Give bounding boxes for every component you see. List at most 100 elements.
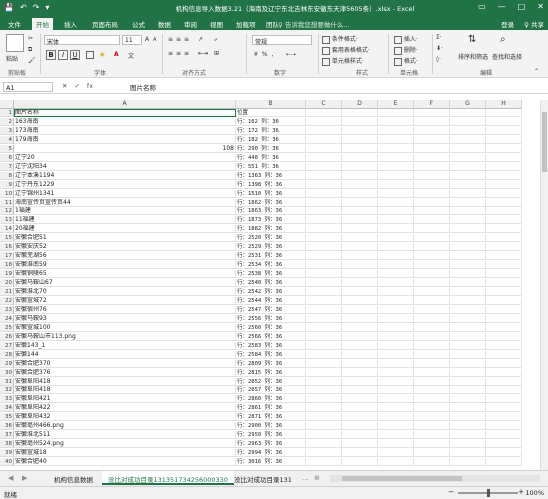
phonetic-button[interactable]: 文 bbox=[128, 51, 134, 60]
cell-b[interactable]: 行：2529 列：36 bbox=[236, 243, 306, 252]
cell-empty[interactable] bbox=[414, 153, 450, 162]
cell-empty[interactable] bbox=[414, 171, 450, 180]
cell-b[interactable]: 行：2520 列：36 bbox=[236, 234, 306, 243]
cell-empty[interactable] bbox=[342, 126, 378, 135]
cell-empty[interactable] bbox=[450, 404, 486, 413]
fill-color-icon[interactable]: ◈ bbox=[100, 51, 105, 58]
cell-empty[interactable] bbox=[342, 404, 378, 413]
cell-b[interactable]: 行：1882 列：36 bbox=[236, 225, 306, 234]
tab-formulas[interactable]: 公式 bbox=[128, 18, 149, 30]
cell-empty[interactable] bbox=[306, 144, 342, 153]
cell-a[interactable]: 安徽合肥51 bbox=[14, 234, 236, 243]
cell-empty[interactable] bbox=[486, 332, 522, 341]
cell-b[interactable]: 行：2542 列：36 bbox=[236, 288, 306, 296]
row-number[interactable]: 40 bbox=[0, 458, 14, 467]
cell-empty[interactable] bbox=[378, 207, 414, 216]
cell-empty[interactable] bbox=[450, 288, 486, 296]
customize-qat-icon[interactable]: ▾ bbox=[45, 3, 49, 12]
row-number[interactable]: 6 bbox=[0, 153, 14, 162]
cell-a[interactable]: 安徽淮南59 bbox=[14, 261, 236, 270]
cell-empty[interactable] bbox=[450, 323, 486, 332]
cell-empty[interactable] bbox=[450, 440, 486, 449]
cell-empty[interactable] bbox=[342, 386, 378, 395]
cell-empty[interactable] bbox=[342, 458, 378, 467]
cell-empty[interactable] bbox=[450, 171, 486, 180]
cell-empty[interactable] bbox=[306, 243, 342, 252]
cell-empty[interactable] bbox=[486, 216, 522, 225]
cell-empty[interactable] bbox=[378, 296, 414, 305]
cell-empty[interactable] bbox=[306, 431, 342, 440]
cell-empty[interactable] bbox=[306, 350, 342, 359]
cell-empty[interactable] bbox=[306, 117, 342, 126]
cell-empty[interactable] bbox=[342, 109, 378, 117]
cell-empty[interactable] bbox=[414, 198, 450, 207]
tab-page-layout[interactable]: 页面布局 bbox=[88, 18, 122, 30]
tab-review[interactable]: 审阅 bbox=[180, 18, 201, 30]
cell-b[interactable]: 行：172 列：36 bbox=[236, 126, 306, 135]
cell-a[interactable]: 安徽合肥40 bbox=[14, 458, 236, 467]
cell-b[interactable]: 行：551 列：36 bbox=[236, 162, 306, 171]
format-cells-button[interactable]: 格式· bbox=[394, 56, 418, 66]
tab-view[interactable]: 视图 bbox=[206, 18, 227, 30]
cell-empty[interactable] bbox=[306, 109, 342, 117]
column-header-b[interactable]: B bbox=[236, 100, 306, 109]
conditional-formatting-button[interactable]: 条件格式· bbox=[322, 34, 358, 44]
cell-empty[interactable] bbox=[306, 386, 342, 395]
cell-b[interactable]: 行：2583 列：36 bbox=[236, 341, 306, 350]
cell-empty[interactable] bbox=[414, 234, 450, 243]
cell-empty[interactable] bbox=[414, 126, 450, 135]
cell-empty[interactable] bbox=[450, 162, 486, 171]
login-button[interactable]: 登录 bbox=[501, 19, 514, 29]
cell-a[interactable]: 辽宁20 bbox=[14, 153, 236, 162]
cell-empty[interactable] bbox=[342, 252, 378, 261]
cell-empty[interactable] bbox=[342, 422, 378, 431]
cell-empty[interactable] bbox=[450, 413, 486, 422]
zoom-level[interactable]: 100% bbox=[525, 489, 544, 497]
row-number[interactable]: 33 bbox=[0, 395, 14, 404]
ribbon-display-options-icon[interactable]: ▭ bbox=[478, 2, 486, 11]
cell-empty[interactable] bbox=[486, 359, 522, 368]
cell-empty[interactable] bbox=[342, 449, 378, 458]
row-number[interactable]: 36 bbox=[0, 422, 14, 431]
italic-button[interactable]: I bbox=[58, 50, 68, 60]
cell-empty[interactable] bbox=[378, 386, 414, 395]
cell-b[interactable]: 行：2560 列：36 bbox=[236, 323, 306, 332]
select-all-corner[interactable] bbox=[0, 100, 14, 109]
cut-icon[interactable]: ✂ bbox=[28, 35, 33, 42]
cell-empty[interactable] bbox=[378, 314, 414, 323]
paste-button[interactable]: 粘贴 bbox=[6, 54, 18, 63]
cell-a[interactable]: 安徽马鞍山市113.png bbox=[14, 332, 236, 341]
cell-empty[interactable] bbox=[414, 207, 450, 216]
cell-empty[interactable] bbox=[342, 234, 378, 243]
column-header-e[interactable]: E bbox=[378, 100, 414, 109]
row-number[interactable]: 27 bbox=[0, 341, 14, 350]
cell-b[interactable]: 行：1398 列：36 bbox=[236, 180, 306, 189]
cell-empty[interactable] bbox=[414, 368, 450, 377]
row-number[interactable]: 14 bbox=[0, 225, 14, 234]
cell-empty[interactable] bbox=[378, 449, 414, 458]
cell-empty[interactable] bbox=[414, 252, 450, 261]
save-icon[interactable]: 💾 bbox=[4, 3, 14, 12]
column-header-h[interactable]: H bbox=[486, 100, 522, 109]
row-number[interactable]: 10 bbox=[0, 189, 14, 198]
cell-empty[interactable] bbox=[450, 261, 486, 270]
cell-empty[interactable] bbox=[450, 377, 486, 386]
cell-a[interactable]: 108 bbox=[14, 144, 236, 153]
cell-empty[interactable] bbox=[378, 413, 414, 422]
cell-empty[interactable] bbox=[306, 314, 342, 323]
cell-a[interactable]: 安徽阜阳422 bbox=[14, 404, 236, 413]
cell-a[interactable]: 图片名称 bbox=[14, 109, 236, 117]
cell-a[interactable]: 163海南 bbox=[14, 117, 236, 126]
cell-empty[interactable] bbox=[486, 288, 522, 296]
cell-empty[interactable] bbox=[306, 440, 342, 449]
cell-empty[interactable] bbox=[450, 135, 486, 144]
tab-addins[interactable]: 加载项 bbox=[232, 18, 260, 30]
row-number[interactable]: 17 bbox=[0, 252, 14, 261]
cell-b[interactable]: 行：2857 列：36 bbox=[236, 386, 306, 395]
row-number[interactable]: 34 bbox=[0, 404, 14, 413]
cell-empty[interactable] bbox=[414, 440, 450, 449]
cell-empty[interactable] bbox=[414, 395, 450, 404]
cell-empty[interactable] bbox=[486, 314, 522, 323]
cell-empty[interactable] bbox=[378, 109, 414, 117]
formula-input[interactable]: 图片名称 bbox=[130, 82, 156, 92]
